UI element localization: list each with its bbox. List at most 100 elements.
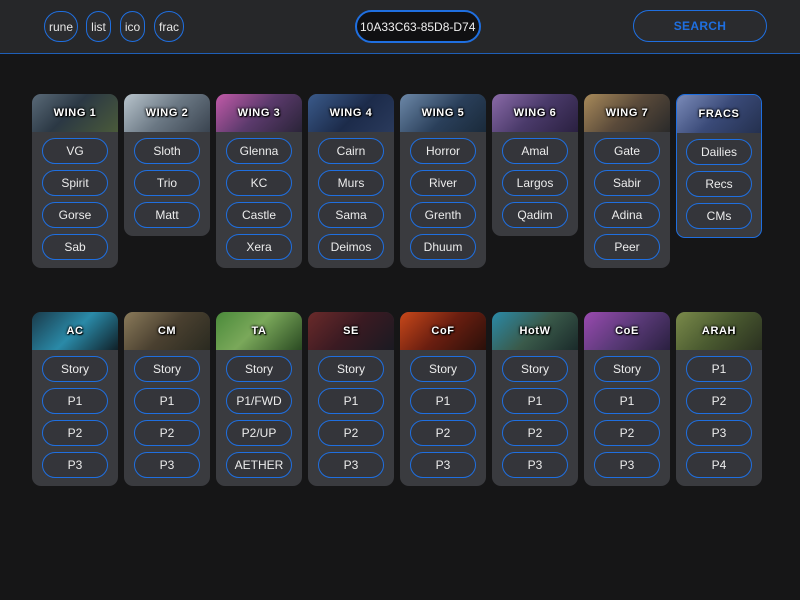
encounter-button[interactable]: River <box>410 170 476 196</box>
path-button[interactable]: P1 <box>502 388 568 414</box>
filter-rune-button[interactable]: rune <box>44 11 78 42</box>
wing-1-banner: WING 1 <box>32 94 118 132</box>
path-button[interactable]: Story <box>410 356 476 382</box>
encounter-button[interactable]: Horror <box>410 138 476 164</box>
path-button[interactable]: P1 <box>134 388 200 414</box>
path-button[interactable]: Story <box>134 356 200 382</box>
card-title: HotW <box>519 325 551 337</box>
wing-4-banner: WING 4 <box>308 94 394 132</box>
filter-list-button[interactable]: list <box>86 11 111 42</box>
card-title: AC <box>66 325 84 337</box>
coe-banner: CoE <box>584 312 670 350</box>
encounter-button[interactable]: Xera <box>226 234 292 260</box>
search-button[interactable]: SEARCH <box>633 10 767 42</box>
encounter-button[interactable]: Sloth <box>134 138 200 164</box>
card-wing-5: WING 5 Horror River Grenth Dhuum <box>400 94 486 268</box>
path-button[interactable]: P3 <box>410 452 476 478</box>
card-wing-4: WING 4 Cairn Murs Sama Deimos <box>308 94 394 268</box>
path-button[interactable]: P1/FWD <box>226 388 292 414</box>
encounter-button[interactable]: Qadim <box>502 202 568 228</box>
se-banner: SE <box>308 312 394 350</box>
card-arah: ARAH P1 P2 P3 P4 <box>676 312 762 486</box>
card-wing-3: WING 3 Glenna KC Castle Xera <box>216 94 302 268</box>
card-se: SE Story P1 P2 P3 <box>308 312 394 486</box>
encounter-button[interactable]: Spirit <box>42 170 108 196</box>
path-button[interactable]: P1 <box>410 388 476 414</box>
card-wing-2: WING 2 Sloth Trio Matt <box>124 94 210 236</box>
path-button[interactable]: P1 <box>686 356 752 382</box>
path-button[interactable]: P2 <box>594 420 660 446</box>
path-button[interactable]: P3 <box>502 452 568 478</box>
encounter-button[interactable]: Gate <box>594 138 660 164</box>
path-button[interactable]: P2 <box>686 388 752 414</box>
encounter-button[interactable]: Murs <box>318 170 384 196</box>
card-coe: CoE Story P1 P2 P3 <box>584 312 670 486</box>
encounter-button[interactable]: Dailies <box>686 139 752 165</box>
encounter-button[interactable]: Matt <box>134 202 200 228</box>
encounter-button[interactable]: Sama <box>318 202 384 228</box>
wing-5-banner: WING 5 <box>400 94 486 132</box>
card-title: SE <box>343 325 359 337</box>
path-button[interactable]: P2 <box>134 420 200 446</box>
card-fracs: FRACS Dailies Recs CMs <box>676 94 762 238</box>
card-cm: CM Story P1 P2 P3 <box>124 312 210 486</box>
card-wing-6: WING 6 Amal Largos Qadim <box>492 94 578 236</box>
top-toolbar: rune list ico frac SEARCH <box>0 0 800 54</box>
encounter-button[interactable]: Amal <box>502 138 568 164</box>
encounter-button[interactable]: Trio <box>134 170 200 196</box>
path-button[interactable]: P3 <box>686 420 752 446</box>
path-button[interactable]: P3 <box>594 452 660 478</box>
filter-ico-button[interactable]: ico <box>120 11 145 42</box>
path-button[interactable]: P2/UP <box>226 420 292 446</box>
encounter-button[interactable]: Cairn <box>318 138 384 164</box>
path-button[interactable]: P1 <box>594 388 660 414</box>
encounter-button[interactable]: Glenna <box>226 138 292 164</box>
path-button[interactable]: P1 <box>318 388 384 414</box>
encounter-button[interactable]: Peer <box>594 234 660 260</box>
wing-2-banner: WING 2 <box>124 94 210 132</box>
path-button[interactable]: Story <box>42 356 108 382</box>
encounter-button[interactable]: CMs <box>686 203 752 229</box>
path-button[interactable]: Story <box>502 356 568 382</box>
path-button[interactable]: P2 <box>502 420 568 446</box>
fracs-banner: FRACS <box>677 95 761 133</box>
card-hotw: HotW Story P1 P2 P3 <box>492 312 578 486</box>
path-button[interactable]: P2 <box>42 420 108 446</box>
path-button[interactable]: Story <box>318 356 384 382</box>
path-button[interactable]: Story <box>594 356 660 382</box>
encounter-button[interactable]: Castle <box>226 202 292 228</box>
path-button[interactable]: P2 <box>410 420 476 446</box>
encounter-button[interactable]: Dhuum <box>410 234 476 260</box>
path-button[interactable]: Story <box>226 356 292 382</box>
encounter-button[interactable]: Sabir <box>594 170 660 196</box>
encounter-button[interactable]: Largos <box>502 170 568 196</box>
path-button[interactable]: P1 <box>42 388 108 414</box>
path-button[interactable]: P4 <box>686 452 752 478</box>
card-wing-7: WING 7 Gate Sabir Adina Peer <box>584 94 670 268</box>
card-title: CoF <box>431 325 455 337</box>
encounter-button[interactable]: KC <box>226 170 292 196</box>
ta-banner: TA <box>216 312 302 350</box>
card-wing-1: WING 1 VG Spirit Gorse Sab <box>32 94 118 268</box>
encounter-button[interactable]: Recs <box>686 171 752 197</box>
encounter-button[interactable]: Adina <box>594 202 660 228</box>
wing-3-banner: WING 3 <box>216 94 302 132</box>
card-title: WING 5 <box>421 107 465 119</box>
encounter-button[interactable]: Grenth <box>410 202 476 228</box>
raid-wings-row: WING 1 VG Spirit Gorse Sab WING 2 Sloth … <box>32 94 762 268</box>
path-button[interactable]: AETHER <box>226 452 292 478</box>
card-title: FRACS <box>698 108 740 120</box>
search-input[interactable] <box>355 10 481 43</box>
path-button[interactable]: P3 <box>42 452 108 478</box>
encounter-button[interactable]: Deimos <box>318 234 384 260</box>
filter-frac-button[interactable]: frac <box>154 11 184 42</box>
arah-banner: ARAH <box>676 312 762 350</box>
encounter-button[interactable]: VG <box>42 138 108 164</box>
path-button[interactable]: P3 <box>318 452 384 478</box>
wing-7-banner: WING 7 <box>584 94 670 132</box>
encounter-button[interactable]: Sab <box>42 234 108 260</box>
path-button[interactable]: P3 <box>134 452 200 478</box>
path-button[interactable]: P2 <box>318 420 384 446</box>
cm-banner: CM <box>124 312 210 350</box>
encounter-button[interactable]: Gorse <box>42 202 108 228</box>
